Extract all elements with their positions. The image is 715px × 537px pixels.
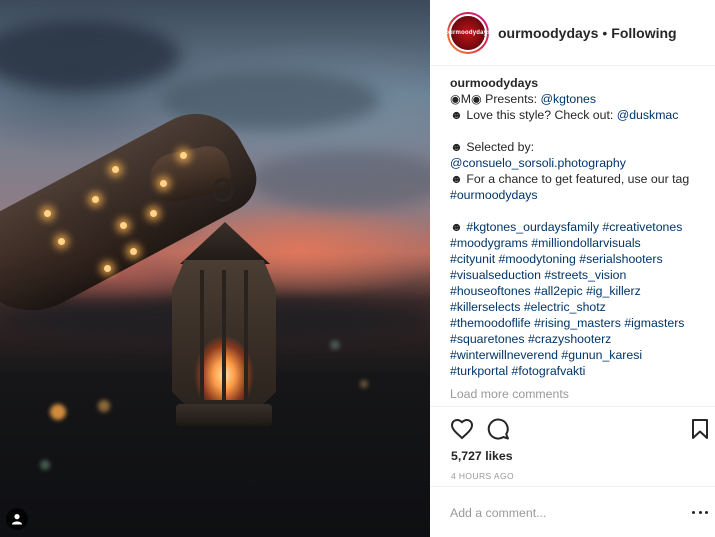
hashtag-link[interactable]: #killerselects	[450, 300, 520, 314]
fairy-light	[120, 222, 127, 229]
caption-author[interactable]: ourmoodydays	[450, 76, 538, 90]
hashtag-link[interactable]: #ig_killerz	[586, 284, 641, 298]
avatar-logo-text: ourmoodydays	[445, 29, 491, 36]
hashtag-link[interactable]: #rising_masters	[534, 316, 621, 330]
hashtag-link[interactable]: #moodygrams	[450, 236, 528, 250]
lantern-base	[176, 404, 272, 426]
fairy-light	[130, 248, 137, 255]
user-tag-icon[interactable]	[6, 508, 28, 530]
bokeh-light	[330, 340, 340, 350]
caption-line: #visualseduction #streets_vision	[450, 267, 705, 283]
cloud-shape	[0, 20, 180, 90]
comment-form	[430, 486, 715, 537]
caption-text: ☻ Selected by:	[450, 140, 535, 154]
caption-line: #killerselects #electric_shotz	[450, 299, 705, 315]
likes-count[interactable]: 5,727 likes	[451, 449, 513, 463]
caption-line: #themoodoflife #rising_masters #igmaster…	[450, 315, 705, 331]
comment-bubble-icon[interactable]	[486, 417, 510, 441]
bokeh-light	[40, 460, 50, 470]
hashtag-link[interactable]: #gunun_karesi	[561, 348, 642, 362]
caption-line: #moodygrams #milliondollarvisuals	[450, 235, 705, 251]
comments-list: ourmoodydays ◉M◉ Presents: @kgtones ☻ Lov…	[450, 75, 705, 401]
post-sidebar: ourmoodydays ourmoodydays • Following ou…	[430, 0, 715, 537]
caption-line: #winterwillneverend #gunun_karesi	[450, 347, 705, 363]
post-header: ourmoodydays ourmoodydays • Following	[430, 0, 715, 66]
fairy-light	[180, 152, 187, 159]
bokeh-light	[98, 400, 110, 412]
caption-line: #squaretones #crazyshooterz	[450, 331, 705, 347]
fairy-light	[160, 180, 167, 187]
mention-link[interactable]: @consuelo_sorsoli.photography	[450, 156, 626, 170]
mention-link[interactable]: @duskmac	[617, 108, 679, 122]
hashtag-link[interactable]: #all2epic	[534, 284, 583, 298]
more-options-icon[interactable]	[692, 504, 708, 520]
hashtag-link[interactable]: #kgtones_ourdaysfamily	[466, 220, 599, 234]
hashtag-link[interactable]: #themoodoflife	[450, 316, 531, 330]
mention-link[interactable]: @kgtones	[540, 92, 596, 106]
lantern-ring	[212, 178, 234, 202]
fairy-light	[150, 210, 157, 217]
load-more-comments-button[interactable]: Load more comments	[450, 387, 705, 401]
caption-line: #houseoftones #all2epic #ig_killerz	[450, 283, 705, 299]
hashtag-link[interactable]: #milliondollarvisuals	[531, 236, 640, 250]
caption-text: ☻ Love this style? Check out:	[450, 108, 617, 122]
user-silhouette-icon	[12, 514, 22, 525]
hashtag-link[interactable]: #igmasters	[624, 316, 684, 330]
hashtag-link[interactable]: #serialshooters	[579, 252, 662, 266]
bokeh-light	[50, 404, 66, 420]
fairy-light	[92, 196, 99, 203]
hashtag-link[interactable]: #turkportal	[450, 364, 508, 378]
hashtag-link[interactable]: #fotografvakti	[512, 364, 586, 378]
comment-input[interactable]	[450, 503, 670, 523]
hashtag-link[interactable]: #squaretones	[450, 332, 525, 346]
post-actions: 5,727 likes 4 HOURS AGO	[430, 406, 715, 486]
fairy-light	[112, 166, 119, 173]
hashtag-link[interactable]: #creativetones	[602, 220, 682, 234]
caption-line: #turkportal #fotografvakti	[450, 363, 705, 379]
caption: ourmoodydays ◉M◉ Presents: @kgtones ☻ Lov…	[450, 75, 705, 379]
hashtag-link[interactable]: #electric_shotz	[524, 300, 606, 314]
action-bar	[450, 417, 710, 443]
caption-text: ☻	[450, 220, 467, 234]
hashtag-link[interactable]: #houseoftones	[450, 284, 531, 298]
hashtag-link[interactable]: #crazyshooterz	[528, 332, 611, 346]
avatar-image: ourmoodydays	[445, 13, 491, 52]
caption-line: @consuelo_sorsoli.photography	[450, 155, 705, 171]
caption-line: ☻ For a chance to get featured, use our …	[450, 171, 705, 187]
caption-body: ◉M◉ Presents: @kgtones ☻ Love this style?…	[450, 91, 705, 379]
caption-line: ☻ Love this style? Check out: @duskmac	[450, 107, 705, 123]
caption-text: ◉M◉ Presents:	[450, 92, 541, 106]
post-photo[interactable]	[0, 0, 430, 537]
header-separator: •	[602, 24, 608, 41]
fairy-light	[58, 238, 65, 245]
bokeh-light	[360, 380, 368, 388]
avatar[interactable]: ourmoodydays	[445, 11, 491, 54]
caption-line: ☻ Selected by:	[450, 139, 705, 155]
post-timestamp[interactable]: 4 HOURS AGO	[451, 471, 514, 481]
caption-line: #cityunit #moodytoning #serialshooters	[450, 251, 705, 267]
bookmark-icon[interactable]	[688, 417, 712, 441]
hashtag-link[interactable]: #ourmoodydays	[450, 188, 538, 202]
hashtag-link[interactable]: #visualseduction	[450, 268, 541, 282]
post-username[interactable]: ourmoodydays	[498, 25, 598, 41]
caption-line: ◉M◉ Presents: @kgtones	[450, 91, 705, 107]
hashtag-link[interactable]: #moodytoning	[499, 252, 576, 266]
lantern-frame	[172, 260, 276, 410]
hashtag-link[interactable]: #winterwillneverend	[450, 348, 558, 362]
following-button[interactable]: Following	[611, 25, 676, 41]
hashtag-link[interactable]: #streets_vision	[544, 268, 626, 282]
fairy-light	[44, 210, 51, 217]
fairy-light	[104, 265, 111, 272]
caption-line: ☻ #kgtones_ourdaysfamily #creativetones	[450, 219, 705, 235]
hashtag-link[interactable]: #cityunit	[450, 252, 495, 266]
heart-icon[interactable]	[450, 417, 474, 441]
cloud-shape	[250, 150, 430, 210]
caption-text: ☻ For a chance to get featured, use our …	[450, 172, 690, 186]
caption-line: #ourmoodydays	[450, 187, 705, 203]
